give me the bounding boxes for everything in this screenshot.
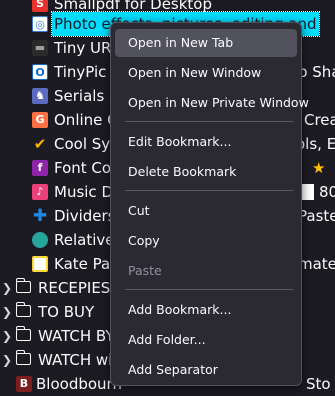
folder-icon xyxy=(15,302,31,317)
menu-separator xyxy=(125,289,293,290)
folder-label: TO BUY xyxy=(38,303,95,321)
folder-icon xyxy=(15,278,31,293)
folder-label: WATCH wi xyxy=(38,351,113,369)
bookmark-label: Relative xyxy=(54,231,115,249)
online-g-icon: G xyxy=(32,112,48,128)
open-in-new-tab-item[interactable]: Open in New Tab xyxy=(115,29,297,57)
menu-separator xyxy=(125,190,293,191)
folder-label: WATCH BY xyxy=(38,327,115,345)
edit-bookmark-item[interactable]: Edit Bookmark... xyxy=(115,128,297,156)
bookmark-label-tail: Sto xyxy=(306,375,331,393)
paste-item[interactable]: Paste xyxy=(115,257,297,285)
bookmark-label-tail: p Sha xyxy=(298,63,335,81)
chevron-right-icon[interactable]: ❯ xyxy=(2,276,14,300)
serials-icon: ♞ xyxy=(32,88,48,104)
delete-bookmark-item[interactable]: Delete Bookmark xyxy=(115,158,297,186)
chevron-right-icon[interactable]: ❯ xyxy=(2,348,14,372)
bookmark-label-tail: mated xyxy=(298,255,335,273)
folder-icon xyxy=(15,326,31,341)
open-in-private-window-item[interactable]: Open in New Private Window xyxy=(115,89,309,117)
add-folder-item[interactable]: Add Folder... xyxy=(115,326,297,354)
menu-separator xyxy=(125,121,293,122)
white-box xyxy=(302,184,314,200)
copy-item[interactable]: Copy xyxy=(115,227,297,255)
bookmark-label: TinyPic - xyxy=(54,63,117,81)
bloodborne-icon: B xyxy=(16,376,32,392)
music-icon: ♪ xyxy=(32,184,48,200)
tinypic-icon: O xyxy=(32,64,48,80)
add-separator-item[interactable]: Add Separator xyxy=(115,356,297,384)
folder-label: RECEPIES xyxy=(38,279,111,297)
bookmark-label: Dividers xyxy=(54,207,116,225)
photo-effects-icon: ◎ xyxy=(32,16,48,32)
checkmark-icon: ✔ xyxy=(33,135,47,153)
context-menu: Open in New Tab Open in New Window Open … xyxy=(110,22,309,386)
add-bookmark-item[interactable]: Add Bookmark... xyxy=(115,296,297,324)
bookmark-label: Music D xyxy=(54,183,113,201)
open-in-new-window-item[interactable]: Open in New Window xyxy=(115,59,297,87)
star-icon: ★ xyxy=(312,159,326,177)
chevron-right-icon[interactable]: ❯ xyxy=(2,324,14,348)
globe-icon xyxy=(32,232,48,248)
document-icon xyxy=(32,256,48,272)
folder-icon xyxy=(15,350,31,365)
chevron-right-icon[interactable]: ❯ xyxy=(2,300,14,324)
bookmark-label-tail: 80 xyxy=(319,183,335,201)
cut-item[interactable]: Cut xyxy=(115,197,297,225)
smallpdf-icon: S xyxy=(32,0,48,12)
font-copy-icon: f xyxy=(32,160,48,176)
plus-icon: ✚ xyxy=(32,206,48,226)
bookmark-label-tail: Paste xyxy=(298,207,335,225)
tinyurl-icon: ▬ xyxy=(32,40,48,56)
